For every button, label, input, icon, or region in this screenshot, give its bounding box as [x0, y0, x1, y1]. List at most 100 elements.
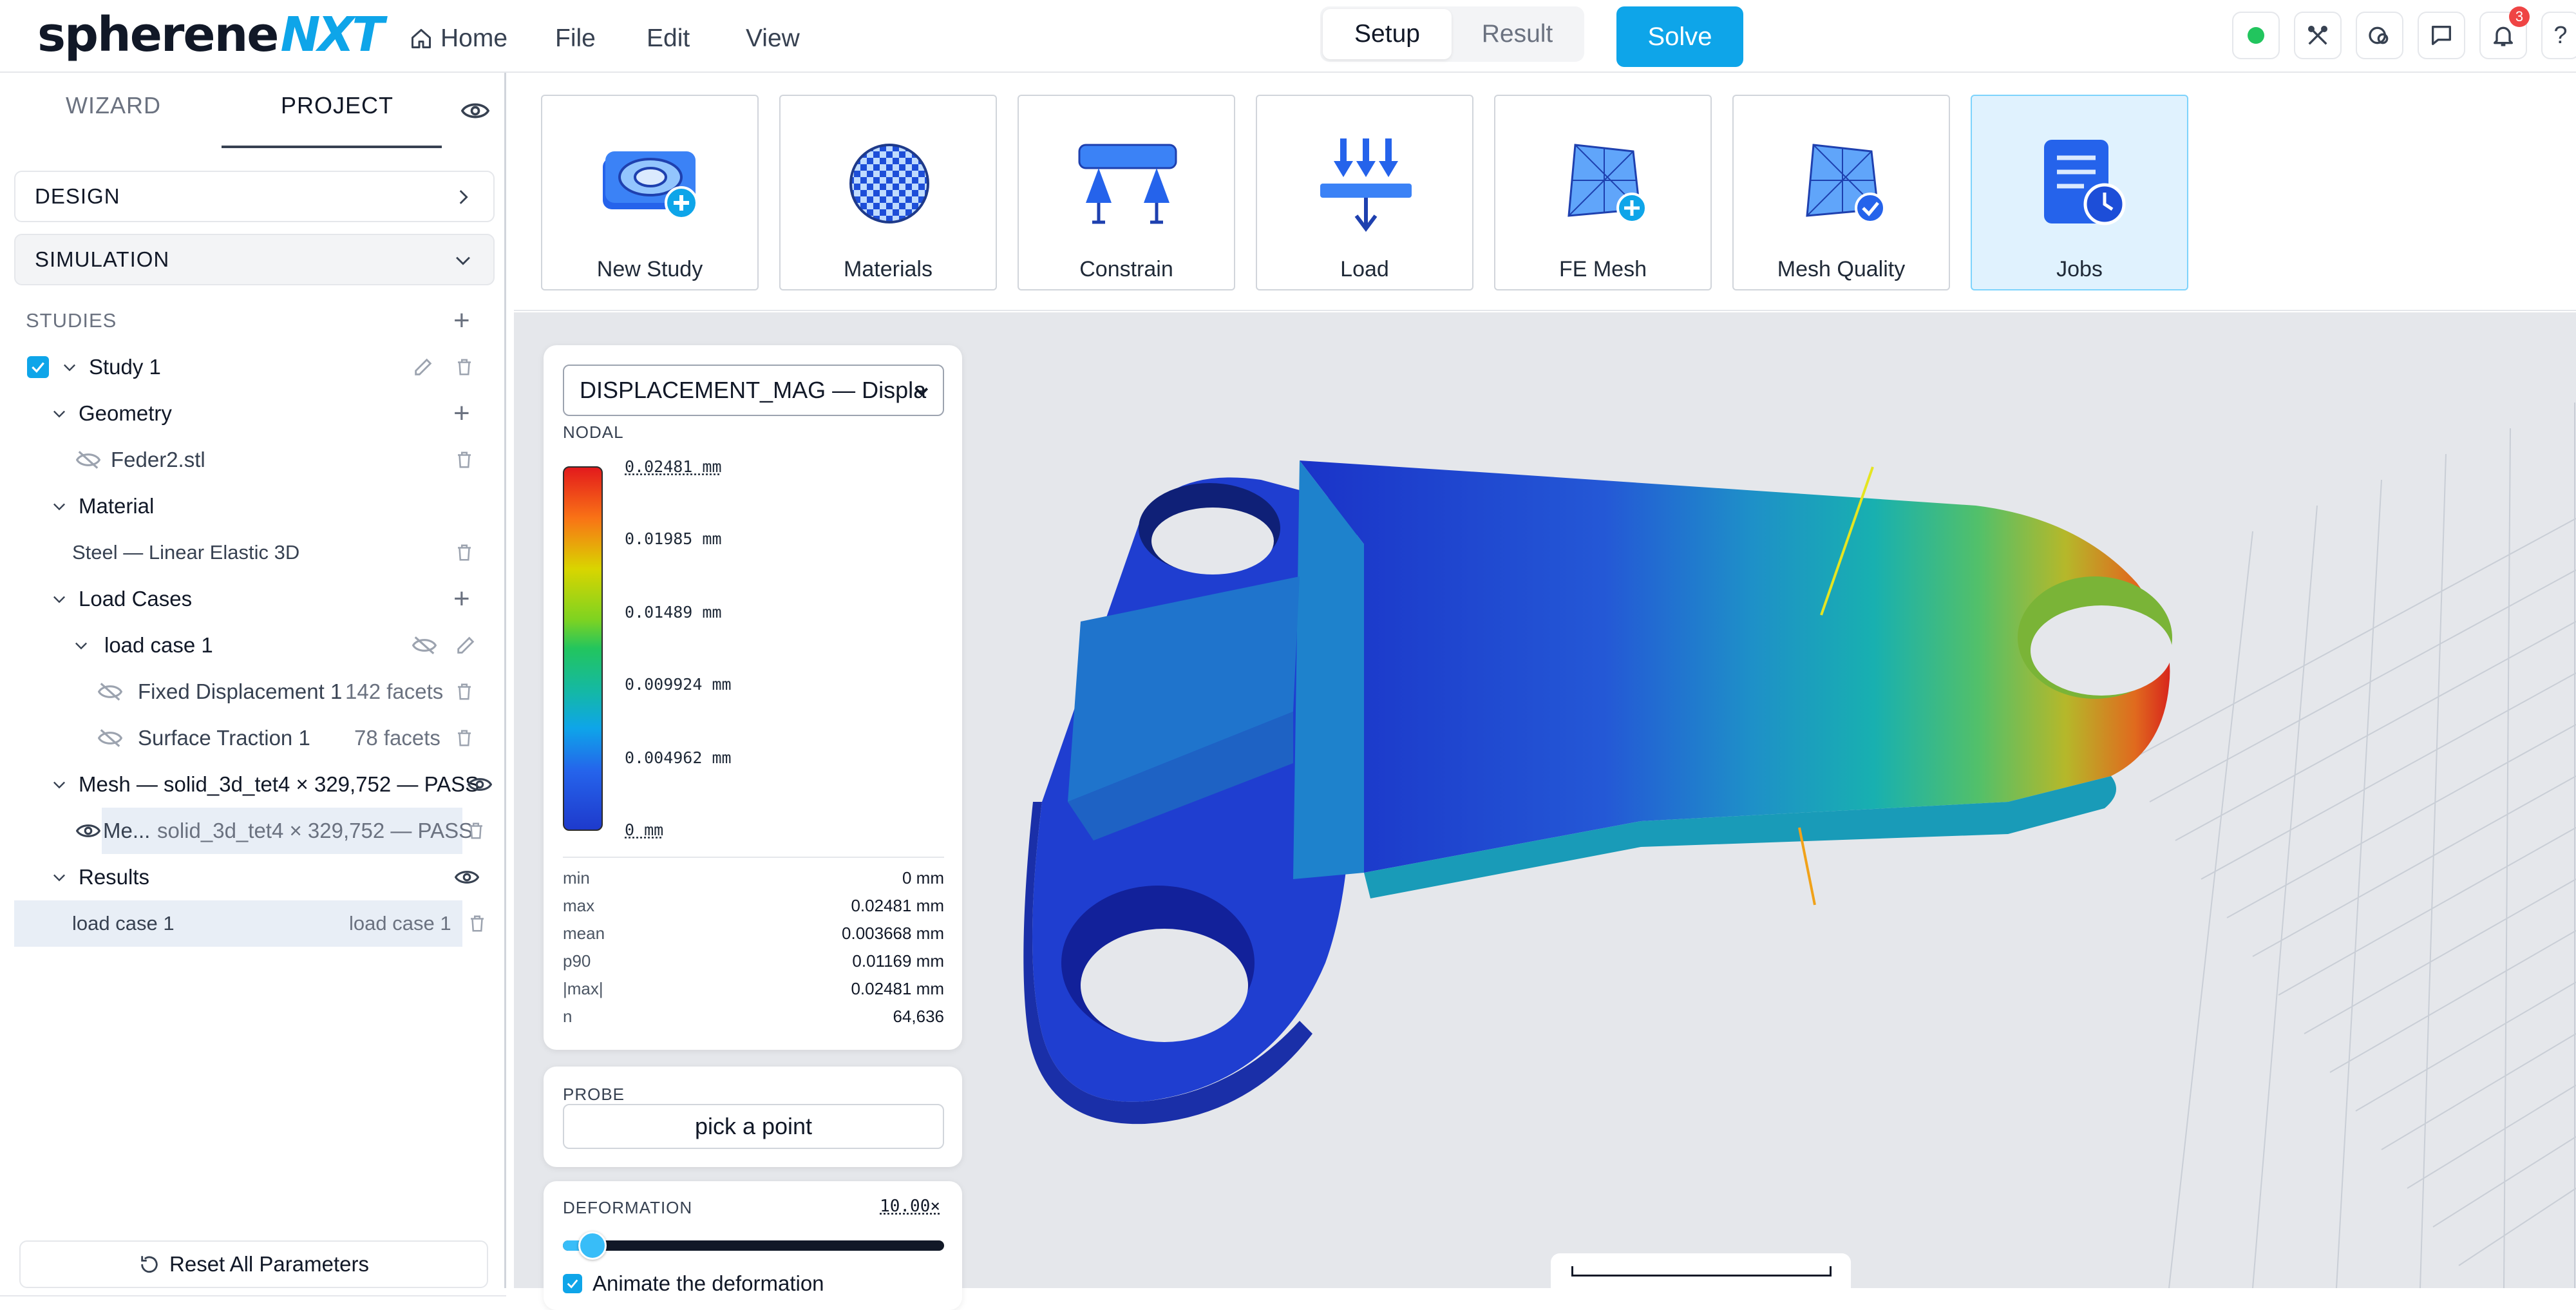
study-name: Study 1 [89, 355, 161, 379]
deformation-slider[interactable] [563, 1240, 944, 1251]
reset-all-parameters-button[interactable]: Reset All Parameters [19, 1240, 488, 1288]
tree-study-1[interactable]: Study 1 [0, 344, 506, 390]
fea-part-model [1023, 460, 2172, 1124]
tool-constrain[interactable]: Constrain [1018, 95, 1235, 290]
tree-material[interactable]: Material [0, 483, 506, 529]
tool-new-study[interactable]: New Study [541, 95, 759, 290]
eye-icon[interactable] [76, 821, 100, 840]
chat-button[interactable] [2418, 12, 2465, 59]
simulation-section[interactable]: SIMULATION [14, 234, 495, 285]
colorbar-label: 0.01489 mm [625, 603, 722, 622]
tree-load-cases[interactable]: Load Cases + [0, 576, 506, 622]
tools-icon [2305, 23, 2331, 48]
mode-result-tab[interactable]: Result [1453, 9, 1582, 59]
deformation-value[interactable]: 10.00× [880, 1197, 940, 1216]
tree-material-value[interactable]: Steel — Linear Elastic 3D [0, 529, 506, 576]
pick-point-button[interactable]: pick a point [563, 1104, 944, 1149]
colorbar-label-min[interactable]: 0 mm [625, 821, 663, 839]
menu-view[interactable]: View [746, 24, 800, 53]
menu-file[interactable]: File [555, 24, 596, 53]
animate-checkbox[interactable] [563, 1274, 582, 1293]
notifications-button[interactable]: 3 [2479, 12, 2527, 59]
status-icon [2248, 27, 2264, 44]
trash-icon[interactable] [455, 357, 474, 377]
tree-results[interactable]: Results [0, 854, 506, 900]
tree-result-item[interactable]: load case 1 load case 1 [14, 900, 462, 947]
tool-mesh-quality[interactable]: Mesh Quality [1732, 95, 1950, 290]
mode-setup-tab[interactable]: Setup [1323, 9, 1452, 59]
stats-divider [563, 857, 944, 858]
tree-boundary-fixed[interactable]: Fixed Displacement 1 142 facets [0, 669, 506, 715]
menu-edit[interactable]: Edit [647, 24, 690, 53]
tree-geometry[interactable]: Geometry + [0, 390, 506, 437]
tool-fe-mesh-label: FE Mesh [1495, 257, 1710, 282]
trash-icon[interactable] [455, 450, 474, 470]
eye-icon[interactable] [468, 775, 492, 794]
account-button[interactable] [2356, 12, 2403, 59]
eye-off-icon[interactable] [98, 682, 122, 701]
tree-boundary-traction[interactable]: Surface Traction 1 78 facets [0, 715, 506, 761]
tree-geometry-file[interactable]: Feder2.stl [0, 437, 506, 483]
tool-fe-mesh[interactable]: FE Mesh [1494, 95, 1712, 290]
chevron-down-icon[interactable] [61, 358, 79, 376]
result-field-select[interactable]: DISPLACEMENT_MAG — Displa [563, 365, 944, 416]
status-indicator[interactable] [2232, 12, 2280, 59]
chevron-down-icon [452, 249, 474, 271]
chevron-down-icon[interactable] [50, 404, 68, 422]
chevron-down-icon[interactable] [50, 497, 68, 515]
chevron-down-icon[interactable] [50, 775, 68, 793]
tools-button[interactable] [2294, 12, 2342, 59]
eye-icon[interactable] [461, 100, 489, 122]
account-icon [2367, 23, 2392, 48]
stat-row-absmax: |max| 0.02481 mm [563, 979, 944, 1006]
bc-traction-count: 78 facets [354, 726, 440, 750]
slider-thumb[interactable] [578, 1231, 607, 1260]
animate-deformation-row[interactable]: Animate the deformation [563, 1271, 824, 1296]
add-study-icon[interactable]: + [453, 305, 470, 337]
trash-icon[interactable] [455, 682, 474, 701]
design-section[interactable]: DESIGN [14, 171, 495, 222]
studies-header: STUDIES + [0, 298, 506, 344]
edit-icon[interactable] [412, 356, 434, 378]
trash-icon[interactable] [455, 728, 474, 748]
tool-new-study-label: New Study [542, 257, 757, 282]
trash-icon[interactable] [468, 914, 487, 933]
tool-jobs[interactable]: Jobs [1971, 95, 2188, 290]
edit-icon[interactable] [455, 634, 477, 656]
stat-row-mean: mean 0.003668 mm [563, 924, 944, 951]
scale-bar [1551, 1253, 1851, 1305]
tab-wizard[interactable]: WIZARD [66, 92, 161, 119]
eye-icon[interactable] [455, 868, 479, 887]
eye-off-icon[interactable] [412, 636, 437, 655]
chevron-down-icon[interactable] [50, 868, 68, 886]
add-geometry-icon[interactable]: + [453, 397, 470, 430]
add-load-case-icon[interactable]: + [453, 583, 470, 615]
trash-icon[interactable] [466, 821, 486, 840]
tool-materials-label: Materials [781, 257, 996, 282]
active-tab-underline [222, 146, 442, 148]
tree-load-case-1[interactable]: load case 1 [0, 622, 506, 669]
material-label: Material [79, 494, 154, 518]
help-button[interactable]: ? [2541, 12, 2576, 59]
tool-materials[interactable]: Materials [779, 95, 997, 290]
load-case-name: load case 1 [104, 633, 213, 658]
trash-icon[interactable] [455, 543, 474, 562]
colorbar-label-max[interactable]: 0.02481 mm [625, 457, 722, 476]
chevron-down-icon[interactable] [50, 590, 68, 608]
floor-grid [2124, 403, 2576, 1288]
eye-off-icon[interactable] [76, 450, 100, 470]
mode-switch: Setup Result [1320, 6, 1584, 62]
tab-project[interactable]: PROJECT [281, 92, 393, 119]
menu-file-label: File [555, 24, 596, 53]
chevron-down-icon[interactable] [72, 636, 90, 654]
tree-mesh[interactable]: Mesh — solid_3d_tet4 × 329,752 — PASS [0, 761, 506, 808]
menu-home[interactable]: Home [410, 24, 507, 53]
mesh-item-detail: solid_3d_tet4 × 329,752 — PASS [157, 819, 473, 843]
eye-off-icon[interactable] [98, 728, 122, 748]
tool-load[interactable]: Load [1256, 95, 1473, 290]
home-icon [410, 27, 433, 50]
solve-button[interactable]: Solve [1616, 6, 1743, 67]
study-checkbox[interactable] [27, 356, 49, 378]
location-label: NODAL [563, 422, 624, 442]
tree-mesh-item[interactable]: Me... solid_3d_tet4 × 329,752 — PASS [0, 808, 506, 854]
